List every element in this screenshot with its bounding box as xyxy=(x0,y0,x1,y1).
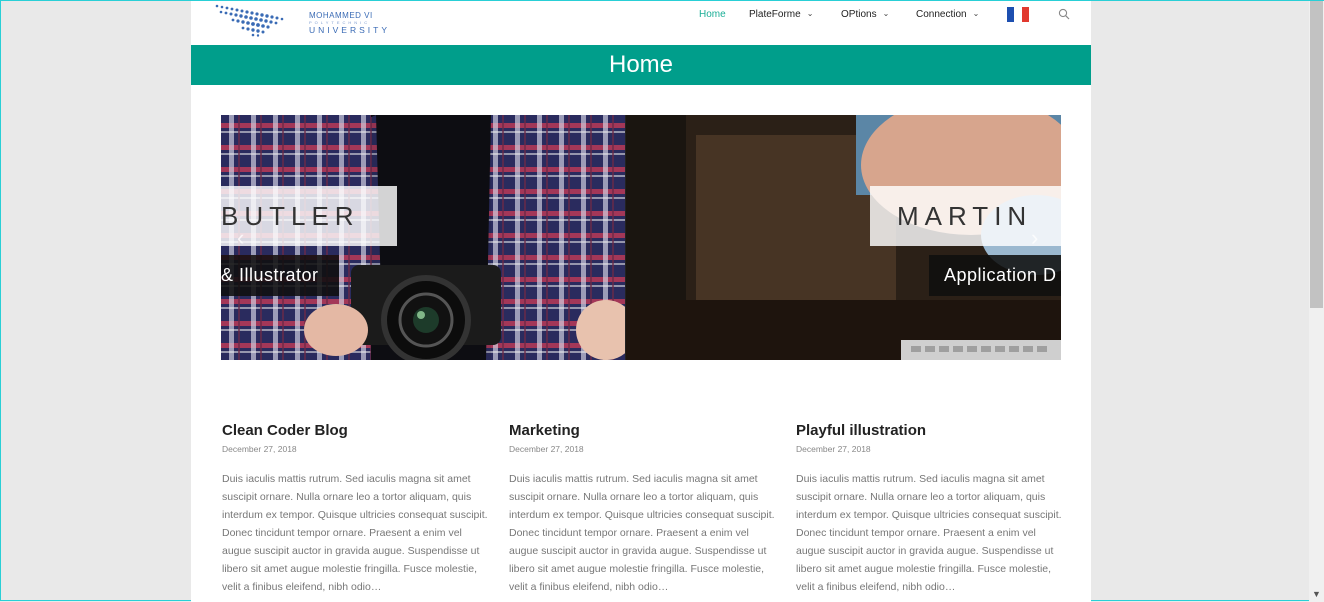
post-excerpt: Duis iaculis mattis rutrum. Sed iaculis … xyxy=(509,473,775,593)
slide-name: MARTIN xyxy=(897,201,1033,231)
post-excerpt: Duis iaculis mattis rutrum. Sed iaculis … xyxy=(222,473,488,593)
blog-post-card: Marketing December 27, 2018 Duis iaculis… xyxy=(509,421,779,596)
scrollbar-thumb[interactable] xyxy=(1310,1,1323,308)
team-slider[interactable]: BUTLER & Illustrator MARTIN Application … xyxy=(221,115,1061,360)
post-title[interactable]: Playful illustration xyxy=(796,421,1066,441)
slider-next-button[interactable]: › xyxy=(1031,225,1038,251)
page-scrollbar[interactable]: ▼ xyxy=(1309,1,1324,602)
slide-role: Application D xyxy=(944,265,1057,285)
logo-mark-icon xyxy=(215,4,284,37)
page-container: MOHAMMED VI POLYTECHNIC UNIVERSITY Home … xyxy=(191,1,1091,602)
logo-wordmark: MOHAMMED VI POLYTECHNIC UNIVERSITY xyxy=(309,12,390,35)
nav-plateforme-label: PlateForme xyxy=(749,9,801,20)
chevron-down-icon: ⌄ xyxy=(972,9,980,18)
post-excerpt: Duis iaculis mattis rutrum. Sed iaculis … xyxy=(796,473,1062,593)
nav-connection-label: Connection xyxy=(916,9,967,20)
nav-plateforme[interactable]: PlateForme ⌄ xyxy=(749,9,813,20)
slide-role: & Illustrator xyxy=(221,265,319,285)
logo-line-1: MOHAMMED VI xyxy=(309,11,373,20)
chevron-down-icon: ⌄ xyxy=(882,9,890,18)
post-title[interactable]: Clean Coder Blog xyxy=(222,421,492,441)
slide-name-caption: BUTLER xyxy=(221,186,397,246)
post-title[interactable]: Marketing xyxy=(509,421,779,441)
france-flag-icon[interactable] xyxy=(1007,7,1029,22)
post-date: December 27, 2018 xyxy=(509,444,584,454)
slide-developer: MARTIN Application D xyxy=(626,115,1061,360)
nav-home[interactable]: Home xyxy=(699,9,726,20)
nav-options-label: OPtions xyxy=(841,9,877,20)
post-date: December 27, 2018 xyxy=(222,444,297,454)
nav-connection[interactable]: Connection ⌄ xyxy=(916,9,979,20)
blog-post-card: Playful illustration December 27, 2018 D… xyxy=(796,421,1066,596)
slide-photographer: BUTLER & Illustrator xyxy=(221,115,625,360)
chevron-down-icon: ⌄ xyxy=(806,9,814,18)
blog-post-card: Clean Coder Blog December 27, 2018 Duis … xyxy=(222,421,492,596)
page-title-bar: Home xyxy=(191,45,1091,85)
slide-role-caption: Application D xyxy=(929,255,1061,296)
slider-prev-button[interactable]: ‹ xyxy=(237,225,244,251)
logo-line-3: UNIVERSITY xyxy=(309,25,391,35)
search-icon[interactable] xyxy=(1058,8,1070,20)
slide-role-caption: & Illustrator xyxy=(221,255,339,296)
scroll-down-arrow-icon[interactable]: ▼ xyxy=(1312,589,1321,599)
page-title: Home xyxy=(608,51,674,78)
nav-home-label: Home xyxy=(699,9,726,20)
post-date: December 27, 2018 xyxy=(796,444,871,454)
nav-options[interactable]: OPtions ⌄ xyxy=(841,9,889,20)
university-logo[interactable]: MOHAMMED VI POLYTECHNIC UNIVERSITY xyxy=(213,3,387,37)
